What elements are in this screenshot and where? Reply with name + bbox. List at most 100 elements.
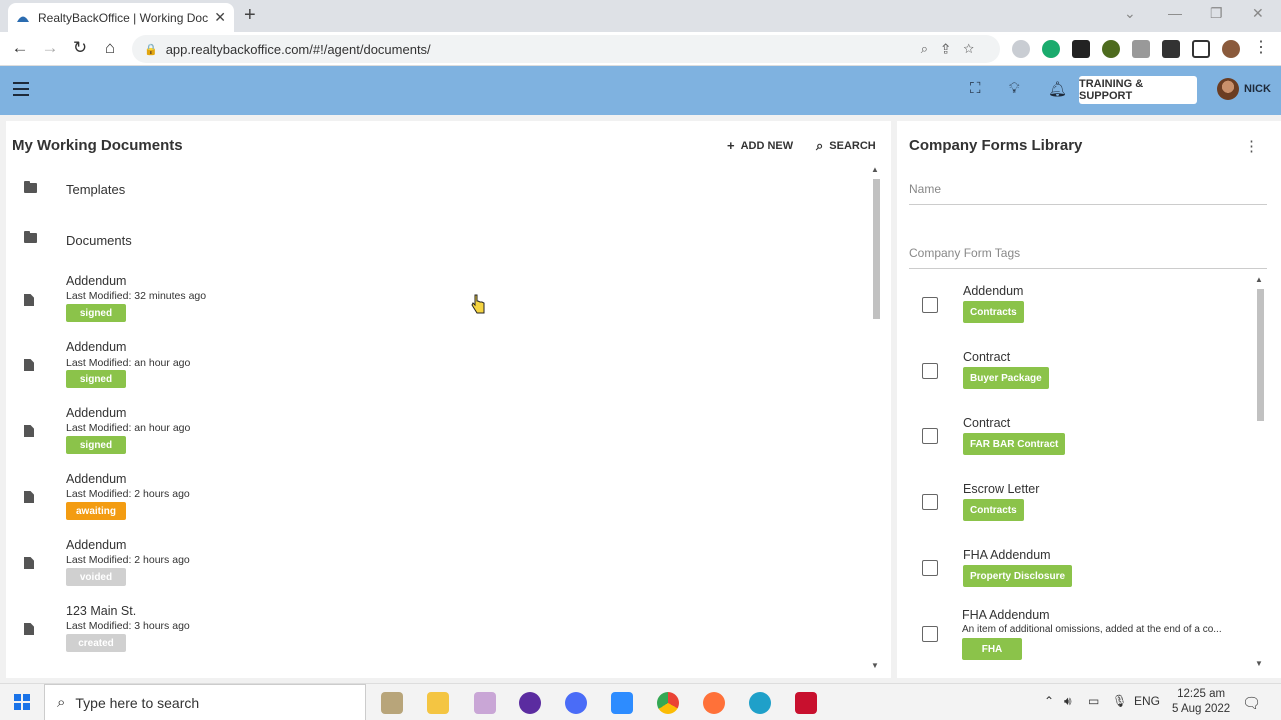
extensions-puzzle-icon[interactable] <box>1162 40 1180 58</box>
scroll-up-icon[interactable]: ▲ <box>871 165 879 174</box>
panel-title: Company Forms Library <box>909 137 1083 154</box>
form-name: FHA Addendum <box>963 548 1051 562</box>
form-checkbox[interactable] <box>922 494 938 510</box>
folder-icon <box>24 181 37 193</box>
close-window-icon[interactable]: ✕ <box>1252 5 1264 22</box>
minimize-icon[interactable]: — <box>1168 5 1182 21</box>
form-tags-input[interactable]: Company Form Tags <box>909 246 1267 269</box>
zoom-app-icon[interactable] <box>611 692 633 714</box>
close-tab-icon[interactable]: ✕ <box>214 9 226 26</box>
document-modified: Last Modified: an hour ago <box>66 357 191 369</box>
working-documents-panel: My Working Documents + ADD NEW ⌕ SEARCH … <box>6 121 891 678</box>
status-badge: voided <box>66 568 126 586</box>
form-checkbox[interactable] <box>922 626 938 642</box>
acrobat-icon[interactable] <box>795 692 817 714</box>
form-checkbox[interactable] <box>922 560 938 576</box>
home-icon[interactable]: ⌂ <box>99 38 121 58</box>
scroll-down-icon[interactable]: ▼ <box>1255 659 1263 668</box>
volume-icon[interactable]: 🔊︎ <box>1064 694 1072 709</box>
tray-chevron-icon[interactable]: ⌃ <box>1044 694 1054 708</box>
firefox-icon[interactable] <box>703 692 725 714</box>
eyedropper-extension-icon[interactable] <box>1132 40 1150 58</box>
folder-label: Documents <box>66 233 132 248</box>
document-name: Addendum <box>66 538 127 552</box>
status-badge: signed <box>66 370 126 388</box>
browser-tab-strip: RealtyBackOffice | Working Docu ✕ + ⌄ — … <box>0 0 1281 32</box>
sidebar-icon[interactable] <box>1192 40 1210 58</box>
form-checkbox[interactable] <box>922 363 938 379</box>
reload-icon[interactable]: ↻ <box>69 38 91 58</box>
windows-start-icon[interactable] <box>14 694 30 710</box>
scroll-down-icon[interactable]: ▼ <box>871 661 879 670</box>
notification-bell-icon[interactable]: 🔔︎ <box>1048 80 1067 98</box>
form-description: An item of additional omissions, added a… <box>962 624 1222 635</box>
lock-icon: 🔒 <box>144 43 158 56</box>
training-support-button[interactable]: TRAINING & SUPPORT <box>1079 76 1197 104</box>
snipping-tool-icon[interactable] <box>474 692 496 714</box>
name-filter-input[interactable]: Name <box>909 182 1267 205</box>
scroll-thumb[interactable] <box>1257 289 1264 421</box>
address-bar[interactable]: 🔒 app.realtybackoffice.com/#!/agent/docu… <box>132 35 1000 63</box>
bookmark-star-icon[interactable]: ☆ <box>963 41 988 56</box>
taskbar-search-input[interactable]: ⌕ Type here to search <box>44 684 366 720</box>
document-name: Addendum <box>66 274 127 288</box>
language-indicator[interactable]: ENG <box>1134 694 1160 708</box>
form-checkbox[interactable] <box>922 297 938 313</box>
add-new-label: ADD NEW <box>740 139 794 152</box>
zoom-icon[interactable]: ⌕ <box>921 41 942 56</box>
file-explorer-icon[interactable] <box>427 692 449 714</box>
user-name: NICK <box>1244 83 1271 95</box>
documents-scrollbar[interactable]: ▲ ▼ <box>870 165 882 670</box>
forward-icon[interactable]: → <box>39 38 61 58</box>
scroll-up-icon[interactable]: ▲ <box>1255 275 1263 284</box>
battery-icon[interactable]: ▭ <box>1088 694 1099 708</box>
menu-icon[interactable] <box>13 82 29 96</box>
grammarly-extension-icon[interactable] <box>1042 40 1060 58</box>
extension-icon[interactable] <box>1012 40 1030 58</box>
windows-taskbar: ⌕ Type here to search ⌃ 🔊︎ ▭ 🎙︎ ENG 12:2… <box>0 683 1281 720</box>
microphone-icon[interactable]: 🎙︎ <box>1112 694 1127 708</box>
plus-icon: + <box>727 138 735 153</box>
panel-menu-icon[interactable]: ⋮ <box>1244 137 1259 155</box>
user-menu[interactable]: NICK <box>1217 78 1271 100</box>
document-icon <box>24 623 34 635</box>
chrome-icon[interactable] <box>657 692 679 714</box>
browser-tab[interactable]: RealtyBackOffice | Working Docu ✕ <box>8 3 234 32</box>
tab-search-icon[interactable]: ⌄ <box>1124 5 1136 22</box>
document-icon <box>24 359 34 371</box>
status-badge: awaiting <box>66 502 126 520</box>
restore-icon[interactable]: ❐ <box>1210 5 1223 22</box>
file-app-icon[interactable] <box>381 692 403 714</box>
form-checkbox[interactable] <box>922 428 938 444</box>
url-text: app.realtybackoffice.com/#!/agent/docume… <box>165 41 431 57</box>
form-name: FHA Addendum <box>962 608 1050 622</box>
profile-avatar[interactable] <box>1222 40 1240 58</box>
share-icon[interactable]: ⇪ <box>942 41 963 56</box>
scroll-thumb[interactable] <box>873 179 880 319</box>
fullscreen-icon[interactable]: ⛶ <box>970 80 981 97</box>
panel-title: My Working Documents <box>12 137 183 154</box>
add-new-button[interactable]: + ADD NEW <box>727 138 793 153</box>
notifications-icon[interactable]: 🗨︎ <box>1242 694 1261 712</box>
forms-scrollbar[interactable]: ▲ ▼ <box>1254 275 1266 668</box>
clock[interactable]: 12:25 am 5 Aug 2022 <box>1172 687 1230 717</box>
folder-label: Templates <box>66 182 126 197</box>
search-label: SEARCH <box>829 140 876 152</box>
app-icon[interactable] <box>519 692 541 714</box>
form-tag: Property Disclosure <box>963 565 1073 587</box>
lightbulb-icon[interactable]: 💡︎ <box>1009 80 1020 97</box>
document-modified: Last Modified: an hour ago <box>66 422 191 434</box>
extension-icon[interactable] <box>1072 40 1090 58</box>
extension-icon[interactable] <box>1102 40 1120 58</box>
document-icon <box>24 557 34 569</box>
document-name: Addendum <box>66 472 127 486</box>
new-tab-icon[interactable]: + <box>244 4 256 27</box>
settings-icon[interactable] <box>565 692 587 714</box>
form-name: Addendum <box>963 284 1024 298</box>
back-icon[interactable]: ← <box>9 38 31 58</box>
search-button[interactable]: ⌕ SEARCH <box>816 138 876 154</box>
edge-icon[interactable] <box>749 692 771 714</box>
browser-menu-icon[interactable]: ⋮ <box>1253 37 1269 57</box>
search-icon: ⌕ <box>57 694 66 711</box>
document-name: Addendum <box>66 340 127 354</box>
